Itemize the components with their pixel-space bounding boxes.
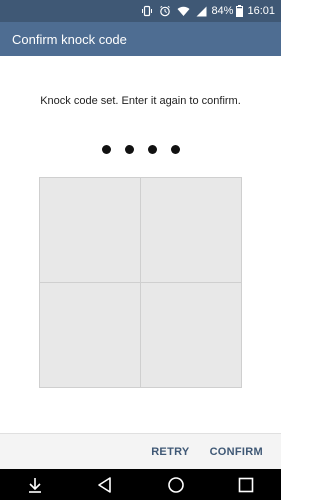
home-icon[interactable] bbox=[156, 469, 196, 500]
signal-icon bbox=[196, 6, 207, 17]
status-bar: 84% 16:01 bbox=[0, 0, 281, 22]
battery-percent: 84% bbox=[211, 5, 234, 17]
knock-cell-bottom-right[interactable] bbox=[140, 282, 241, 387]
code-dot bbox=[101, 145, 111, 154]
clock-time: 16:01 bbox=[247, 5, 275, 17]
confirm-button[interactable]: CONFIRM bbox=[200, 446, 281, 458]
retry-button[interactable]: RETRY bbox=[141, 446, 199, 458]
code-dot bbox=[147, 145, 157, 154]
navigation-bar bbox=[0, 469, 281, 500]
code-dot bbox=[170, 145, 180, 154]
knock-cell-top-left[interactable] bbox=[40, 178, 141, 283]
battery-icon bbox=[236, 5, 244, 17]
knock-cell-bottom-left[interactable] bbox=[40, 282, 141, 387]
vibrate-icon bbox=[141, 5, 153, 17]
knock-code-content: Knock code set. Enter it again to confir… bbox=[0, 56, 281, 433]
alarm-icon bbox=[159, 5, 171, 17]
knock-cell-top-right[interactable] bbox=[140, 178, 241, 283]
wifi-icon bbox=[177, 6, 190, 17]
action-bar: RETRY CONFIRM bbox=[0, 433, 281, 469]
app-bar: Confirm knock code bbox=[0, 22, 281, 56]
download-icon[interactable] bbox=[15, 469, 55, 500]
entered-code-dots bbox=[0, 145, 281, 154]
back-icon[interactable] bbox=[85, 469, 125, 500]
knock-grid bbox=[39, 177, 242, 388]
recents-icon[interactable] bbox=[226, 469, 266, 500]
page-title: Confirm knock code bbox=[12, 31, 127, 47]
code-dot bbox=[124, 145, 134, 154]
instruction-text: Knock code set. Enter it again to confir… bbox=[40, 95, 241, 107]
